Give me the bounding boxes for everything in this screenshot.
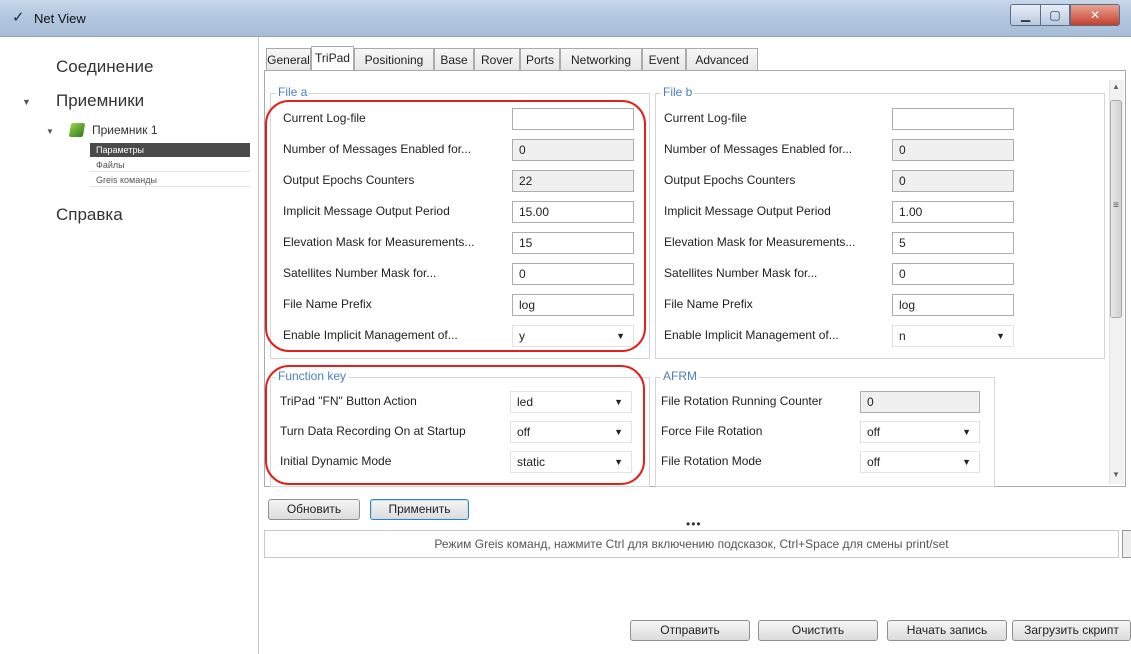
file-b-field-label: Output Epochs Counters [664,173,796,187]
file-b-field-input: 0 [892,139,1014,161]
apply-button[interactable]: Применить [370,499,469,520]
scroll-up-icon[interactable]: ▲ [1112,82,1120,91]
field-value: off [867,425,881,439]
file-b-field-label: Implicit Message Output Period [664,204,831,218]
file-b-field-input[interactable]: 1.00 [892,201,1014,223]
file-b-field-input[interactable]: 0 [892,263,1014,285]
load-script-button[interactable]: Загрузить скрипт [1012,620,1131,641]
field-value: 5 [899,236,906,250]
sidebar-item-connection[interactable]: Соединение [56,57,153,77]
tab-advanced[interactable]: Advanced [686,48,758,70]
file-b-group [655,93,1105,359]
scroll-grip-icon: ≡ [1113,200,1119,211]
start-recording-button[interactable]: Начать запись [887,620,1007,641]
highlight-file-a [265,100,646,352]
file-b-title: File b [661,85,695,99]
sidebar-item-files[interactable]: Файлы [90,158,250,172]
tab-positioning[interactable]: Positioning [354,48,434,70]
refresh-button[interactable]: Обновить [268,499,360,520]
field-value: 0 [867,395,874,409]
tab-general[interactable]: General [266,48,311,70]
afrm-field-select[interactable]: off ▼ [860,421,980,443]
file-b-field-label: Enable Implicit Management of... [664,328,839,342]
field-value: n [899,329,906,343]
sidebar: Соединение ▼ Приемники ▼ Приемник 1 Пара… [0,37,259,654]
title-bar: ✓ Net View ▁ ▢ ✕ [0,0,1131,37]
field-value: 0 [899,267,906,281]
file-b-field-input[interactable]: 5 [892,232,1014,254]
file-b-field-input[interactable]: log [892,294,1014,316]
field-value: log [899,298,916,312]
close-button[interactable]: ✕ [1070,4,1120,26]
field-value: off [867,455,881,469]
expand-arrow-icon[interactable]: ▼ [46,127,54,136]
scroll-down-icon[interactable]: ▼ [1112,470,1120,479]
field-value: 1.00 [899,205,923,219]
highlight-function-key [265,365,645,485]
afrm-field-label: File Rotation Mode [661,454,762,468]
tab-rover[interactable]: Rover [474,48,520,70]
minimize-button[interactable]: ▁ [1010,4,1040,26]
field-value: 0 [899,174,906,188]
file-b-field-select[interactable]: n ▼ [892,325,1014,347]
afrm-field-label: Force File Rotation [661,424,763,438]
clear-button[interactable]: Очистить [758,620,878,641]
chevron-down-icon[interactable]: ▼ [962,422,971,442]
receiver-book-icon [68,123,86,137]
tab-tripad[interactable]: TriPad [311,46,354,70]
afrm-field-input: 0 [860,391,980,413]
app-logo-icon: ✓ [12,9,25,26]
tab-base[interactable]: Base [434,48,474,70]
afrm-field-select[interactable]: off ▼ [860,451,980,473]
afrm-title: AFRM [661,369,699,383]
chevron-down-icon[interactable]: ▼ [996,326,1005,346]
chevron-down-icon[interactable]: ▼ [962,452,971,472]
tab-ports[interactable]: Ports [520,48,560,70]
file-b-field-label: Number of Messages Enabled for... [664,142,853,156]
window-title: Net View [34,11,86,26]
file-b-field-label: File Name Prefix [664,297,753,311]
expand-arrow-icon[interactable]: ▼ [22,97,31,107]
hint-bar-edge [1122,530,1131,558]
maximize-button[interactable]: ▢ [1040,4,1070,26]
command-hint-bar[interactable]: Режим Greis команд, нажмите Ctrl для вкл… [264,530,1119,558]
file-b-field-input[interactable] [892,108,1014,130]
splitter-grip-icon[interactable]: ••• [686,517,702,531]
file-b-field-input: 0 [892,170,1014,192]
sidebar-item-receivers[interactable]: Приемники [56,91,144,111]
file-b-field-label: Satellites Number Mask for... [664,266,818,280]
file-b-field-label: Elevation Mask for Measurements... [664,235,856,249]
afrm-field-label: File Rotation Running Counter [661,394,823,408]
field-value: 0 [899,143,906,157]
sidebar-item-receiver-1[interactable]: Приемник 1 [92,123,158,137]
sidebar-item-greis-commands[interactable]: Greis команды [90,173,250,187]
tab-event[interactable]: Event [642,48,686,70]
file-a-title: File a [276,85,310,99]
sidebar-item-help[interactable]: Справка [56,205,123,225]
tab-networking[interactable]: Networking [560,48,642,70]
send-button[interactable]: Отправить [630,620,750,641]
sidebar-item-parameters[interactable]: Параметры [90,143,250,157]
file-b-field-label: Current Log-file [664,111,747,125]
